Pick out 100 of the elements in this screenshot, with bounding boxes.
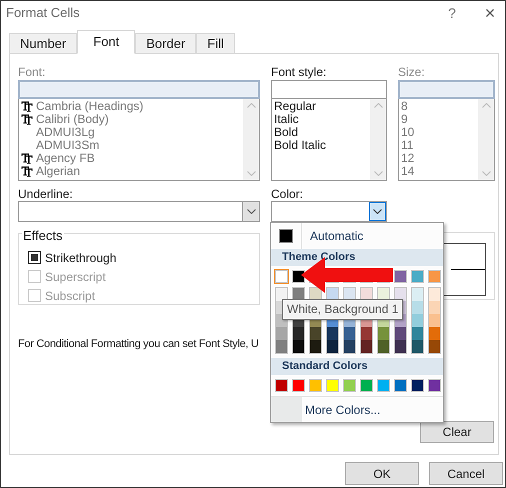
info-text: For Conditional Formatting you can set Font Style, U	[18, 337, 259, 352]
color-swatch[interactable]	[275, 379, 288, 392]
close-button[interactable]: ×	[475, 4, 505, 22]
color-swatch[interactable]	[394, 270, 407, 283]
color-swatch[interactable]	[360, 379, 373, 392]
cancel-button[interactable]: Cancel	[429, 462, 503, 485]
color-swatch[interactable]	[310, 340, 321, 353]
list-item[interactable]: 12	[401, 152, 477, 165]
color-swatch[interactable]	[429, 288, 440, 301]
list-item[interactable]: 14	[401, 165, 477, 178]
list-item[interactable]: Bold Italic	[274, 139, 369, 152]
list-item[interactable]: Italic	[274, 113, 369, 126]
chevron-down-icon	[373, 209, 382, 214]
color-swatch	[279, 229, 293, 243]
menu-item[interactable]: More Colors...	[302, 400, 380, 418]
list-item[interactable]: Agency FB	[36, 152, 95, 165]
color-swatch[interactable]	[394, 379, 407, 392]
color-swatch[interactable]	[395, 340, 406, 353]
tab[interactable]: Border	[135, 33, 196, 53]
scroll-up-icon	[246, 103, 256, 108]
tab[interactable]: Font	[77, 30, 136, 54]
list-item[interactable]: ADMUI3Sm	[36, 139, 100, 152]
tab[interactable]: Number	[9, 33, 78, 53]
list-item[interactable]: 9	[401, 113, 477, 126]
field-label: Font style:	[271, 64, 328, 80]
color-swatch[interactable]	[378, 340, 389, 353]
color-swatch[interactable]	[412, 327, 423, 340]
list-item[interactable]: Algerian	[36, 165, 80, 178]
color-swatch[interactable]	[412, 314, 423, 327]
color-swatch[interactable]	[327, 327, 338, 340]
color-swatch[interactable]	[429, 314, 440, 327]
list-item[interactable]: 8	[401, 100, 477, 113]
font-type-icon	[21, 153, 33, 164]
color-swatch[interactable]	[276, 288, 287, 301]
color-swatch[interactable]	[327, 340, 338, 353]
color-swatch[interactable]	[378, 327, 389, 340]
input-field[interactable]	[398, 80, 495, 99]
tab[interactable]: Fill	[196, 33, 235, 53]
color-swatch[interactable]	[326, 379, 339, 392]
input-field[interactable]	[18, 80, 260, 99]
color-dropdown[interactable]	[271, 201, 387, 222]
color-swatch[interactable]	[361, 327, 372, 340]
font-type-icon	[21, 101, 33, 112]
scroll-down-icon	[246, 171, 256, 176]
color-swatch[interactable]	[292, 270, 305, 283]
scrollbar[interactable]	[370, 99, 386, 180]
color-swatch[interactable]	[377, 379, 390, 392]
color-swatch[interactable]	[292, 379, 305, 392]
ok-button[interactable]: OK	[345, 462, 419, 485]
clear-button[interactable]: Clear	[420, 421, 494, 443]
color-swatch[interactable]	[276, 340, 287, 353]
list-item[interactable]: ADMUI3Lg	[36, 126, 95, 139]
color-swatch[interactable]	[429, 340, 440, 353]
color-swatch[interactable]	[412, 288, 423, 301]
color-swatch[interactable]	[293, 327, 304, 340]
color-swatch[interactable]	[343, 379, 356, 392]
underline-dropdown[interactable]	[18, 201, 260, 222]
color-swatch[interactable]	[310, 327, 321, 340]
color-swatch[interactable]	[428, 270, 441, 283]
scroll-down-icon	[374, 171, 382, 176]
color-swatch[interactable]	[412, 301, 423, 314]
color-swatch[interactable]	[428, 379, 441, 392]
list-item[interactable]: Bold	[274, 126, 369, 139]
font-type-icon	[21, 114, 33, 125]
scrollbar[interactable]	[243, 99, 259, 180]
help-button[interactable]: ?	[437, 2, 467, 24]
checkbox[interactable]	[28, 251, 41, 264]
chevron-down-icon	[246, 209, 256, 214]
list-item[interactable]: Calibri (Body)	[36, 113, 109, 126]
list-item[interactable]: 11	[401, 139, 477, 152]
section-header: Standard Colors	[271, 358, 443, 375]
section-header: Theme Colors	[271, 249, 443, 266]
list-item[interactable]: Regular	[274, 100, 369, 113]
field-label: Underline:	[18, 186, 74, 201]
field-label: Font:	[18, 64, 46, 80]
color-swatch[interactable]	[411, 379, 424, 392]
menu-item[interactable]: Automatic	[310, 227, 364, 245]
color-swatch[interactable]	[361, 340, 372, 353]
color-swatch[interactable]	[293, 340, 304, 353]
checkbox-label: Superscript	[45, 268, 106, 286]
color-swatch[interactable]	[429, 327, 440, 340]
color-swatch[interactable]	[395, 327, 406, 340]
color-swatch[interactable]	[412, 340, 423, 353]
input-field[interactable]	[271, 80, 387, 99]
checkbox-label: Strikethrough	[45, 250, 116, 266]
color-swatch[interactable]	[344, 340, 355, 353]
color-swatch[interactable]	[429, 301, 440, 314]
color-swatch[interactable]	[276, 327, 287, 340]
color-swatch[interactable]	[344, 327, 355, 340]
scrollbar[interactable]	[478, 99, 494, 180]
tooltip: White, Background 1	[282, 299, 404, 320]
list-item[interactable]: 10	[401, 126, 477, 139]
color-swatch[interactable]	[411, 270, 424, 283]
font-type-icon	[21, 166, 33, 177]
checkbox-label: Subscript	[45, 288, 96, 304]
color-swatch[interactable]	[309, 379, 322, 392]
field-label: Size:	[398, 64, 426, 80]
list-item[interactable]: Cambria (Headings)	[36, 100, 144, 113]
scroll-down-icon	[482, 171, 490, 176]
field-label: Color:	[271, 186, 304, 201]
